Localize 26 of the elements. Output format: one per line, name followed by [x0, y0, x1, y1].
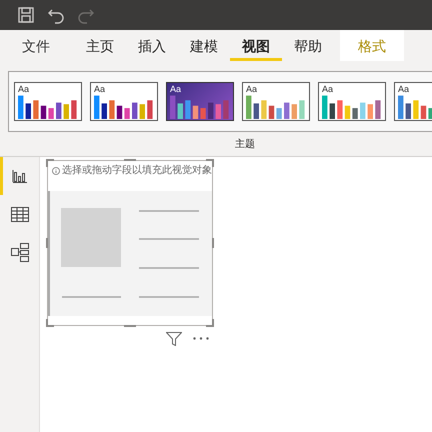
bar-chart-icon: [18, 95, 78, 119]
ribbon-tab[interactable]: 建模: [178, 30, 230, 61]
ribbon-tab[interactable]: 文件: [8, 30, 64, 61]
theme-thumbnail[interactable]: Aa: [14, 82, 82, 121]
ribbon-tab[interactable]: 主页: [74, 30, 126, 61]
bar-chart-icon: [170, 95, 230, 119]
ribbon-tab[interactable]: 帮助: [282, 30, 334, 61]
theme-thumbnail[interactable]: Aa: [166, 82, 234, 121]
save-icon[interactable]: [17, 6, 35, 24]
table-icon: [10, 206, 28, 222]
ribbon-tab[interactable]: 插入: [126, 30, 178, 61]
info-icon: [52, 167, 60, 175]
group-label: 主题: [235, 138, 255, 152]
theme-thumbnail[interactable]: Aa: [394, 82, 432, 121]
ribbon-tab[interactable]: 视图: [230, 30, 282, 61]
theme-thumbnail[interactable]: Aa: [242, 82, 310, 121]
more-options-icon[interactable]: [193, 337, 209, 340]
theme-thumbnail[interactable]: Aa: [318, 82, 386, 121]
bar-chart-icon: [246, 95, 306, 119]
filter-icon[interactable]: [166, 332, 182, 346]
model-icon: [10, 242, 28, 262]
bar-chart-icon: [12, 169, 28, 183]
bar-chart-icon: [322, 95, 382, 119]
bar-chart-icon: [94, 95, 154, 119]
hint-text: 选择或拖动字段以填充此视觉对象: [62, 165, 212, 176]
theme-thumbnail[interactable]: Aa: [90, 82, 158, 121]
